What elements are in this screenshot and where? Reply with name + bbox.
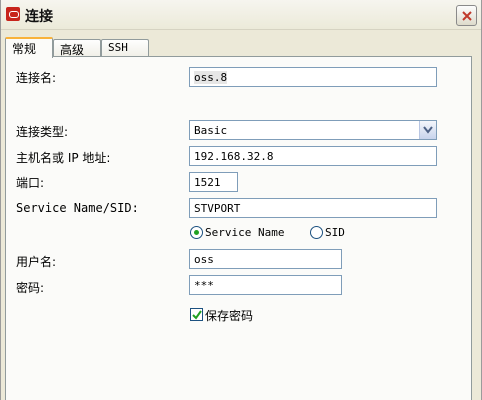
connection-type-select[interactable]: Basic bbox=[189, 120, 437, 140]
radio-sid[interactable] bbox=[310, 226, 323, 239]
connection-type-label: 连接类型: bbox=[16, 125, 69, 139]
tab-general[interactable]: 常规 bbox=[5, 37, 53, 58]
tab-advanced-label: 高级 bbox=[60, 43, 85, 57]
radio-service-name[interactable] bbox=[190, 226, 203, 239]
service-value: STVPORT bbox=[194, 202, 241, 215]
radio-service-name-label: Service Name bbox=[205, 226, 285, 239]
host-input[interactable]: 192.168.32.8 bbox=[189, 146, 437, 166]
check-icon bbox=[192, 310, 202, 320]
port-input[interactable]: 1521 bbox=[189, 172, 238, 192]
close-icon bbox=[462, 11, 472, 21]
window-frame-edge bbox=[473, 56, 481, 400]
host-value: 192.168.32.8 bbox=[194, 150, 274, 163]
general-tab-panel: 连接名: oss.8 连接类型: Basic 主机名或 IP 地址: 192.1… bbox=[5, 56, 472, 400]
save-password-checkbox[interactable] bbox=[190, 308, 203, 321]
username-value: oss bbox=[194, 253, 214, 266]
tab-advanced[interactable]: 高级 bbox=[53, 39, 101, 57]
service-input[interactable]: STVPORT bbox=[189, 198, 437, 218]
dropdown-button[interactable] bbox=[419, 121, 436, 139]
tab-ssh[interactable]: SSH bbox=[101, 39, 149, 57]
tab-ssh-label: SSH bbox=[108, 41, 128, 54]
password-input[interactable]: *** bbox=[189, 275, 342, 295]
chevron-down-icon bbox=[423, 126, 433, 134]
connection-name-input[interactable]: oss.8 bbox=[189, 67, 437, 87]
username-label: 用户名: bbox=[16, 255, 57, 269]
window-title: 连接 bbox=[25, 9, 53, 25]
close-button[interactable] bbox=[456, 5, 477, 26]
port-label: 端口: bbox=[16, 176, 45, 190]
connection-dialog: 连接 常规 高级 SSH 连接名: oss.8 连接类型: Basic 主机名或… bbox=[0, 0, 482, 400]
title-bar: 连接 bbox=[1, 0, 481, 30]
radio-sid-label: SID bbox=[325, 226, 345, 239]
connection-name-value: oss.8 bbox=[194, 71, 228, 84]
host-label: 主机名或 IP 地址: bbox=[16, 151, 111, 165]
save-password-label: 保存密码 bbox=[205, 309, 254, 323]
connection-type-value: Basic bbox=[194, 124, 228, 137]
tab-general-label: 常规 bbox=[12, 42, 37, 56]
connection-name-label: 连接名: bbox=[16, 71, 57, 85]
port-value: 1521 bbox=[194, 176, 221, 189]
oracle-logo-icon bbox=[6, 7, 20, 21]
username-input[interactable]: oss bbox=[189, 249, 342, 269]
password-label: 密码: bbox=[16, 281, 45, 295]
service-label: Service Name/SID: bbox=[16, 201, 139, 215]
password-value: *** bbox=[194, 279, 214, 292]
